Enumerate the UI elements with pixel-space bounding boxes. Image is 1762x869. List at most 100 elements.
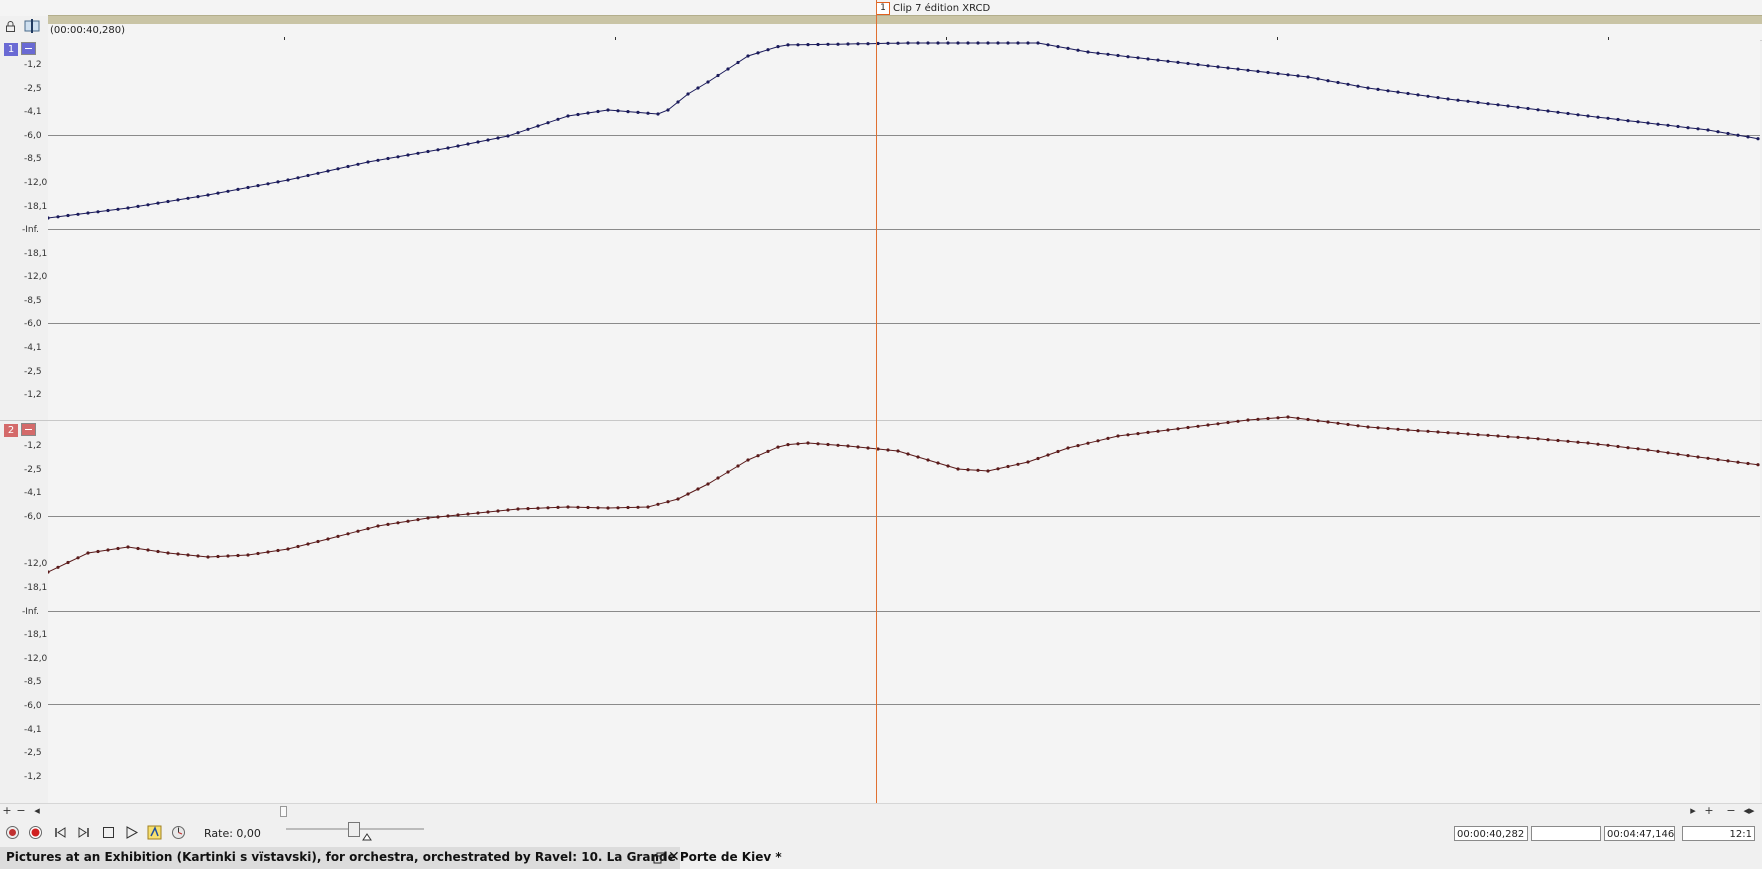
envelope-point[interactable]: [376, 524, 380, 528]
envelope-point[interactable]: [1636, 120, 1640, 124]
zoom-fit-icon[interactable]: ◂▸: [1742, 804, 1756, 818]
envelope-point[interactable]: [1006, 464, 1010, 469]
envelope-point[interactable]: [936, 461, 940, 465]
envelope-point[interactable]: [546, 121, 550, 125]
envelope-point[interactable]: [1626, 446, 1630, 450]
envelope-point[interactable]: [1546, 109, 1550, 113]
envelope-point[interactable]: [286, 547, 290, 551]
envelope-point[interactable]: [716, 476, 720, 480]
envelope-point[interactable]: [1196, 424, 1200, 428]
envelope-point[interactable]: [1156, 58, 1160, 62]
envelope-point[interactable]: [1386, 426, 1390, 431]
envelope-point[interactable]: [816, 42, 820, 47]
envelope-point[interactable]: [546, 506, 550, 510]
envelope-point[interactable]: [296, 544, 300, 549]
envelope-point[interactable]: [976, 468, 980, 472]
document-tab[interactable]: Pictures at an Exhibition (Kartinki s vï…: [0, 847, 782, 869]
envelope-point[interactable]: [1136, 432, 1140, 436]
zoom-in-right-icon[interactable]: +: [1702, 804, 1716, 818]
scroll-thumb[interactable]: [280, 806, 287, 817]
envelope-point[interactable]: [1396, 90, 1400, 94]
envelope-point[interactable]: [826, 442, 830, 447]
envelope-point[interactable]: [1436, 96, 1440, 100]
envelope-point[interactable]: [986, 469, 990, 473]
envelope-point[interactable]: [616, 109, 620, 113]
envelope-point[interactable]: [1416, 93, 1420, 97]
track-1-envelope[interactable]: [48, 41, 1760, 220]
envelope-point[interactable]: [856, 42, 860, 46]
envelope-point[interactable]: [1246, 418, 1250, 422]
envelope-point[interactable]: [1076, 48, 1080, 52]
envelope-point[interactable]: [456, 144, 460, 148]
envelope-point[interactable]: [806, 441, 810, 445]
envelope-point[interactable]: [1376, 426, 1380, 430]
envelope-point[interactable]: [456, 513, 460, 517]
envelope-point[interactable]: [106, 208, 110, 213]
envelope-point[interactable]: [1536, 437, 1540, 441]
envelope-point[interactable]: [196, 554, 200, 558]
envelope-point[interactable]: [1226, 66, 1230, 70]
envelope-point[interactable]: [766, 449, 770, 453]
envelope-point[interactable]: [346, 164, 350, 169]
envelope-point[interactable]: [886, 448, 890, 452]
envelope-point[interactable]: [126, 545, 130, 549]
envelope-point[interactable]: [746, 458, 750, 462]
playhead-cursor[interactable]: [876, 0, 877, 803]
envelope-point[interactable]: [126, 206, 130, 210]
envelope-point[interactable]: [156, 549, 160, 554]
envelope-point[interactable]: [1126, 433, 1130, 437]
envelope-point[interactable]: [416, 518, 420, 522]
envelope-point[interactable]: [776, 445, 780, 449]
envelope-point[interactable]: [966, 41, 970, 45]
envelope-point[interactable]: [1206, 64, 1210, 68]
envelope-point[interactable]: [716, 73, 720, 78]
envelope-point[interactable]: [1306, 417, 1310, 422]
time-ruler[interactable]: (00:00:40,280): [48, 24, 1762, 41]
envelope-point[interactable]: [996, 467, 1000, 471]
envelope-point[interactable]: [386, 522, 390, 526]
envelope-point[interactable]: [686, 492, 690, 496]
envelope-point[interactable]: [1366, 86, 1370, 90]
envelope-point[interactable]: [1166, 59, 1170, 63]
envelope-point[interactable]: [1066, 46, 1070, 50]
envelope-point[interactable]: [1026, 41, 1030, 45]
envelope-point[interactable]: [306, 173, 310, 178]
envelope-point[interactable]: [116, 546, 120, 551]
envelope-point[interactable]: [336, 534, 340, 538]
envelope-point[interactable]: [1656, 122, 1660, 126]
envelope-point[interactable]: [636, 110, 640, 114]
envelope-point[interactable]: [1146, 430, 1150, 434]
envelope-point[interactable]: [1436, 430, 1440, 434]
envelope-point[interactable]: [686, 92, 690, 96]
envelope-point[interactable]: [1706, 456, 1710, 460]
envelope-point[interactable]: [1176, 427, 1180, 431]
envelope-point[interactable]: [906, 41, 910, 45]
envelope-point[interactable]: [1096, 439, 1100, 443]
envelope-point[interactable]: [1726, 459, 1730, 463]
envelope-point[interactable]: [276, 548, 280, 553]
envelope-point[interactable]: [506, 134, 510, 138]
envelope-point[interactable]: [1016, 41, 1020, 45]
envelope-point[interactable]: [1666, 451, 1670, 455]
envelope-point[interactable]: [366, 160, 370, 164]
envelope-point[interactable]: [1736, 460, 1740, 464]
envelope-point[interactable]: [1696, 455, 1700, 459]
envelope-point[interactable]: [1146, 57, 1150, 61]
lock-icon[interactable]: [5, 21, 16, 32]
envelope-point[interactable]: [1396, 427, 1400, 431]
envelope-point[interactable]: [146, 548, 150, 552]
envelope-point[interactable]: [576, 112, 580, 117]
envelope-point[interactable]: [926, 41, 930, 45]
envelope-point[interactable]: [1496, 103, 1500, 107]
envelope-point[interactable]: [1126, 55, 1130, 59]
track-2-envelope[interactable]: [48, 415, 1760, 574]
envelope-point[interactable]: [286, 178, 290, 182]
envelope-point[interactable]: [316, 171, 320, 175]
envelope-point[interactable]: [1756, 137, 1760, 141]
envelope-point[interactable]: [526, 507, 530, 511]
envelope-point[interactable]: [676, 497, 680, 501]
envelope-point[interactable]: [1276, 416, 1280, 420]
envelope-point[interactable]: [806, 43, 810, 47]
envelope-point[interactable]: [786, 43, 790, 47]
envelope-point[interactable]: [576, 505, 580, 509]
